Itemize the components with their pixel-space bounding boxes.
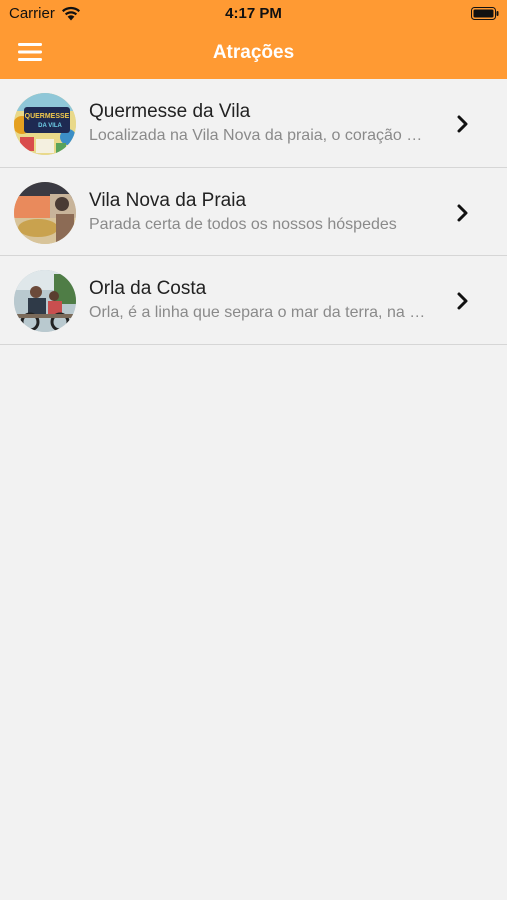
attraction-subtitle: Parada certa de todos os nossos hóspedes: [89, 215, 397, 233]
page-title: Atrações: [212, 42, 295, 63]
list-item-orla-da-costa[interactable]: Orla da Costa Orla, é a linha que separa…: [0, 256, 507, 345]
chevron-right-icon: [457, 204, 468, 221]
attraction-title: Orla da Costa: [89, 278, 207, 299]
chevron-right-icon: [457, 292, 468, 310]
hamburger-menu-icon[interactable]: [18, 42, 42, 62]
list-item-vila-nova-da-praia[interactable]: Vila Nova da Praia Parada certa de todos…: [0, 167, 507, 256]
status-time: 4:17 PM: [225, 5, 282, 22]
thumb-sign-line-2: DA VILA: [38, 123, 62, 129]
chevron-right-icon: [457, 115, 468, 133]
app-header: Carrier 4:17 PM Atrações: [0, 0, 507, 79]
navigation-bar: Atrações: [0, 28, 507, 79]
attraction-subtitle: Orla, é a linha que separa o mar da terr…: [89, 304, 429, 321]
list-item-quermesse-da-vila[interactable]: QUERMESSE DA VILA Quermesse da Vila Loca…: [0, 79, 507, 168]
attraction-thumbnail: [14, 181, 76, 244]
status-bar: Carrier 4:17 PM: [0, 0, 507, 28]
attraction-title: Vila Nova da Praia: [89, 189, 247, 211]
attraction-thumbnail: [14, 270, 76, 332]
attraction-title: Quermesse da Vila: [89, 101, 251, 122]
attraction-thumbnail: QUERMESSE DA VILA: [14, 93, 76, 155]
attractions-list: QUERMESSE DA VILA Quermesse da Vila Loca…: [0, 79, 507, 345]
thumb-sign-line-1: QUERMESSE: [25, 113, 70, 120]
battery-icon: [471, 7, 499, 20]
attraction-subtitle: Localizada na Vila Nova da praia, o cora…: [89, 127, 429, 144]
